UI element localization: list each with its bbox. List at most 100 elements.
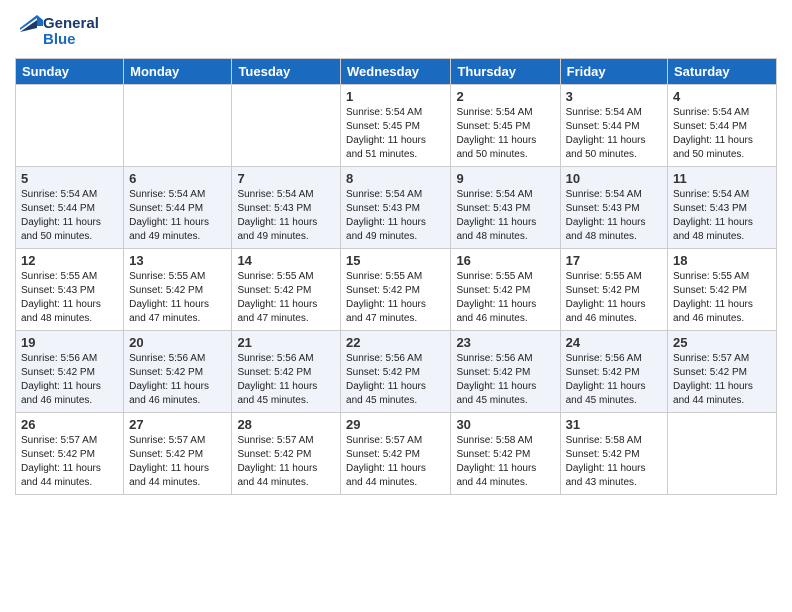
calendar-cell: 1 Sunrise: 5:54 AM Sunset: 5:45 PM Daylig… bbox=[341, 85, 451, 167]
calendar-table: SundayMondayTuesdayWednesdayThursdayFrid… bbox=[15, 58, 777, 495]
day-info: Sunrise: 5:57 AM Sunset: 5:42 PM Dayligh… bbox=[673, 352, 771, 408]
day-info: Sunrise: 5:56 AM Sunset: 5:42 PM Dayligh… bbox=[346, 352, 445, 408]
calendar-cell: 12 Sunrise: 5:55 AM Sunset: 5:43 PM Dayli… bbox=[16, 249, 124, 331]
day-info: Sunrise: 5:57 AM Sunset: 5:42 PM Dayligh… bbox=[129, 434, 226, 490]
day-number: 24 bbox=[566, 335, 662, 350]
day-number: 6 bbox=[129, 171, 226, 186]
weekday-header-friday: Friday bbox=[560, 59, 667, 85]
day-info: Sunrise: 5:54 AM Sunset: 5:44 PM Dayligh… bbox=[566, 106, 662, 162]
day-info: Sunrise: 5:57 AM Sunset: 5:42 PM Dayligh… bbox=[346, 434, 445, 490]
day-number: 2 bbox=[456, 89, 554, 104]
calendar-cell bbox=[124, 85, 232, 167]
day-info: Sunrise: 5:55 AM Sunset: 5:42 PM Dayligh… bbox=[129, 270, 226, 326]
page: GeneralBlue SundayMondayTuesdayWednesday… bbox=[0, 0, 792, 505]
day-info: Sunrise: 5:58 AM Sunset: 5:42 PM Dayligh… bbox=[566, 434, 662, 490]
day-number: 7 bbox=[237, 171, 335, 186]
calendar-cell: 13 Sunrise: 5:55 AM Sunset: 5:42 PM Dayli… bbox=[124, 249, 232, 331]
calendar-cell: 31 Sunrise: 5:58 AM Sunset: 5:42 PM Dayli… bbox=[560, 413, 667, 495]
day-number: 3 bbox=[566, 89, 662, 104]
calendar-cell: 15Sunrise: 5:55 AM Sunset: 5:42 PM Dayli… bbox=[341, 249, 451, 331]
day-number: 16 bbox=[456, 253, 554, 268]
weekday-header-saturday: Saturday bbox=[668, 59, 777, 85]
calendar-cell: 23 Sunrise: 5:56 AM Sunset: 5:42 PM Dayli… bbox=[451, 331, 560, 413]
day-number: 9 bbox=[456, 171, 554, 186]
day-info: Sunrise: 5:55 AM Sunset: 5:42 PM Dayligh… bbox=[237, 270, 335, 326]
calendar-cell: 16 Sunrise: 5:55 AM Sunset: 5:42 PM Dayli… bbox=[451, 249, 560, 331]
calendar-cell: 30 Sunrise: 5:58 AM Sunset: 5:42 PM Dayli… bbox=[451, 413, 560, 495]
day-number: 30 bbox=[456, 417, 554, 432]
day-number: 22 bbox=[346, 335, 445, 350]
calendar-cell bbox=[232, 85, 341, 167]
calendar-week-3: 12 Sunrise: 5:55 AM Sunset: 5:43 PM Dayli… bbox=[16, 249, 777, 331]
calendar-cell bbox=[16, 85, 124, 167]
calendar-cell: 26 Sunrise: 5:57 AM Sunset: 5:42 PM Dayli… bbox=[16, 413, 124, 495]
calendar-cell: 29 Sunrise: 5:57 AM Sunset: 5:42 PM Dayli… bbox=[341, 413, 451, 495]
weekday-header-wednesday: Wednesday bbox=[341, 59, 451, 85]
calendar-cell: 2 Sunrise: 5:54 AM Sunset: 5:45 PM Daylig… bbox=[451, 85, 560, 167]
day-info: Sunrise: 5:57 AM Sunset: 5:42 PM Dayligh… bbox=[237, 434, 335, 490]
weekday-header-sunday: Sunday bbox=[16, 59, 124, 85]
day-info: Sunrise: 5:54 AM Sunset: 5:44 PM Dayligh… bbox=[129, 188, 226, 244]
day-info: Sunrise: 5:54 AM Sunset: 5:43 PM Dayligh… bbox=[456, 188, 554, 244]
day-number: 23 bbox=[456, 335, 554, 350]
day-number: 17 bbox=[566, 253, 662, 268]
calendar-cell: 20 Sunrise: 5:56 AM Sunset: 5:42 PM Dayli… bbox=[124, 331, 232, 413]
calendar-week-1: 1 Sunrise: 5:54 AM Sunset: 5:45 PM Daylig… bbox=[16, 85, 777, 167]
calendar-cell: 24 Sunrise: 5:56 AM Sunset: 5:42 PM Dayli… bbox=[560, 331, 667, 413]
day-number: 15 bbox=[346, 253, 445, 268]
day-number: 5 bbox=[21, 171, 118, 186]
day-info: Sunrise: 5:55 AM Sunset: 5:42 PM Dayligh… bbox=[456, 270, 554, 326]
day-info: Sunrise: 5:57 AM Sunset: 5:42 PM Dayligh… bbox=[21, 434, 118, 490]
day-info: Sunrise: 5:54 AM Sunset: 5:45 PM Dayligh… bbox=[346, 106, 445, 162]
calendar-cell: 7Sunrise: 5:54 AM Sunset: 5:43 PM Daylig… bbox=[232, 167, 341, 249]
day-info: Sunrise: 5:54 AM Sunset: 5:43 PM Dayligh… bbox=[346, 188, 445, 244]
calendar-week-5: 26 Sunrise: 5:57 AM Sunset: 5:42 PM Dayli… bbox=[16, 413, 777, 495]
day-info: Sunrise: 5:55 AM Sunset: 5:43 PM Dayligh… bbox=[21, 270, 118, 326]
day-number: 20 bbox=[129, 335, 226, 350]
calendar-cell bbox=[668, 413, 777, 495]
day-info: Sunrise: 5:55 AM Sunset: 5:42 PM Dayligh… bbox=[566, 270, 662, 326]
day-info: Sunrise: 5:55 AM Sunset: 5:42 PM Dayligh… bbox=[673, 270, 771, 326]
weekday-header-tuesday: Tuesday bbox=[232, 59, 341, 85]
calendar-cell: 8Sunrise: 5:54 AM Sunset: 5:43 PM Daylig… bbox=[341, 167, 451, 249]
calendar-cell: 5 Sunrise: 5:54 AM Sunset: 5:44 PM Daylig… bbox=[16, 167, 124, 249]
calendar-cell: 27 Sunrise: 5:57 AM Sunset: 5:42 PM Dayli… bbox=[124, 413, 232, 495]
calendar-cell: 28Sunrise: 5:57 AM Sunset: 5:42 PM Dayli… bbox=[232, 413, 341, 495]
day-number: 19 bbox=[21, 335, 118, 350]
calendar-week-2: 5 Sunrise: 5:54 AM Sunset: 5:44 PM Daylig… bbox=[16, 167, 777, 249]
day-number: 27 bbox=[129, 417, 226, 432]
day-number: 18 bbox=[673, 253, 771, 268]
day-info: Sunrise: 5:56 AM Sunset: 5:42 PM Dayligh… bbox=[237, 352, 335, 408]
calendar-cell: 6 Sunrise: 5:54 AM Sunset: 5:44 PM Daylig… bbox=[124, 167, 232, 249]
weekday-header-monday: Monday bbox=[124, 59, 232, 85]
calendar-cell: 3 Sunrise: 5:54 AM Sunset: 5:44 PM Daylig… bbox=[560, 85, 667, 167]
day-number: 4 bbox=[673, 89, 771, 104]
day-info: Sunrise: 5:54 AM Sunset: 5:44 PM Dayligh… bbox=[673, 106, 771, 162]
calendar-cell: 14 Sunrise: 5:55 AM Sunset: 5:42 PM Dayli… bbox=[232, 249, 341, 331]
svg-text:Blue: Blue bbox=[43, 31, 76, 48]
day-info: Sunrise: 5:56 AM Sunset: 5:42 PM Dayligh… bbox=[456, 352, 554, 408]
day-number: 26 bbox=[21, 417, 118, 432]
day-info: Sunrise: 5:56 AM Sunset: 5:42 PM Dayligh… bbox=[129, 352, 226, 408]
day-info: Sunrise: 5:54 AM Sunset: 5:44 PM Dayligh… bbox=[21, 188, 118, 244]
calendar-week-4: 19 Sunrise: 5:56 AM Sunset: 5:42 PM Dayli… bbox=[16, 331, 777, 413]
day-info: Sunrise: 5:54 AM Sunset: 5:43 PM Dayligh… bbox=[673, 188, 771, 244]
day-number: 25 bbox=[673, 335, 771, 350]
day-info: Sunrise: 5:54 AM Sunset: 5:43 PM Dayligh… bbox=[566, 188, 662, 244]
calendar-cell: 19Sunrise: 5:56 AM Sunset: 5:42 PM Dayli… bbox=[16, 331, 124, 413]
day-number: 29 bbox=[346, 417, 445, 432]
svg-text:General: General bbox=[43, 15, 99, 32]
day-info: Sunrise: 5:56 AM Sunset: 5:42 PM Dayligh… bbox=[566, 352, 662, 408]
day-number: 10 bbox=[566, 171, 662, 186]
day-number: 13 bbox=[129, 253, 226, 268]
calendar-cell: 17 Sunrise: 5:55 AM Sunset: 5:42 PM Dayli… bbox=[560, 249, 667, 331]
day-number: 31 bbox=[566, 417, 662, 432]
day-number: 1 bbox=[346, 89, 445, 104]
day-number: 12 bbox=[21, 253, 118, 268]
logo: GeneralBlue bbox=[15, 10, 105, 50]
day-number: 14 bbox=[237, 253, 335, 268]
calendar-cell: 22 Sunrise: 5:56 AM Sunset: 5:42 PM Dayli… bbox=[341, 331, 451, 413]
day-info: Sunrise: 5:54 AM Sunset: 5:45 PM Dayligh… bbox=[456, 106, 554, 162]
calendar-cell: 10 Sunrise: 5:54 AM Sunset: 5:43 PM Dayli… bbox=[560, 167, 667, 249]
day-info: Sunrise: 5:58 AM Sunset: 5:42 PM Dayligh… bbox=[456, 434, 554, 490]
